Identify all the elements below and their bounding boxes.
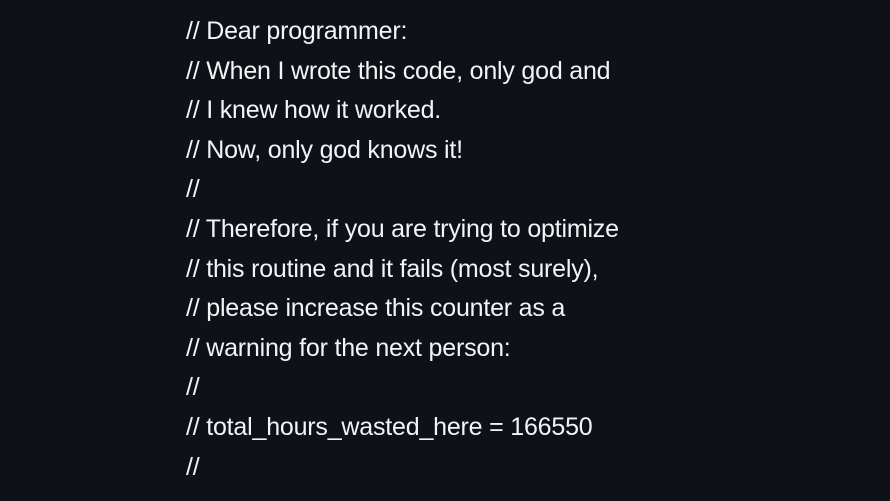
code-line: // please increase this counter as a [186, 294, 566, 323]
code-line: // this routine and it fails (most surel… [186, 254, 599, 283]
code-line: // [186, 373, 200, 402]
code-line: // [186, 452, 200, 481]
code-view: // Dear programmer: // When I wrote this… [0, 0, 890, 501]
code-line: // Dear programmer: [186, 17, 408, 45]
comment-block: // Dear programmer: // When I wrote this… [186, 12, 619, 487]
code-line: // Therefore, if you are trying to optim… [186, 214, 619, 243]
code-line: // I knew how it worked. [186, 96, 442, 125]
code-line: // Now, only god knows it! [186, 135, 463, 164]
code-line: // [186, 175, 200, 204]
code-line: // When I wrote this code, only god and [186, 56, 611, 85]
code-line: // total_hours_wasted_here = 166550 [186, 412, 593, 441]
code-line: // warning for the next person: [186, 333, 511, 362]
